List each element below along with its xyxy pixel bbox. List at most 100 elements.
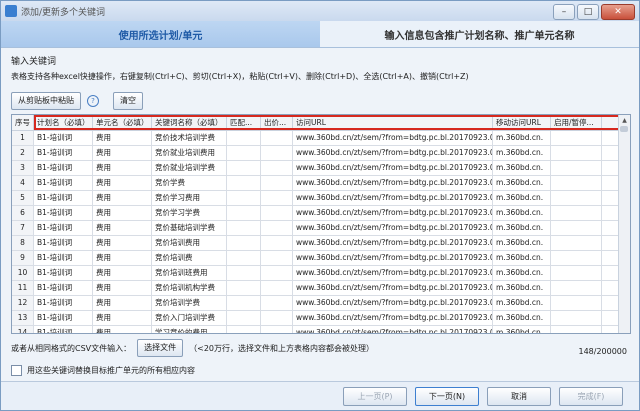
table-cell[interactable]: m.360bd.cn. <box>493 131 551 145</box>
replace-content-label[interactable]: 用这些关键词替换目标推广单元的所有相应内容 <box>27 365 195 376</box>
table-cell[interactable] <box>261 206 293 220</box>
scroll-up-icon[interactable]: ▲ <box>619 115 630 126</box>
table-cell[interactable]: 费用 <box>93 281 152 295</box>
table-cell[interactable]: 费用 <box>93 236 152 250</box>
table-cell[interactable]: 竞价技术培训学费 <box>152 131 227 145</box>
table-cell[interactable]: 费用 <box>93 311 152 325</box>
table-cell[interactable]: 费用 <box>93 191 152 205</box>
table-cell[interactable] <box>261 236 293 250</box>
table-cell[interactable]: m.360bd.cn. <box>493 206 551 220</box>
table-cell[interactable]: www.360bd.cn/zt/sem/?from=bdtg.pc.bl.201… <box>293 311 493 325</box>
table-cell[interactable]: B1-培训词 <box>34 311 93 325</box>
vertical-scrollbar[interactable]: ▲ <box>618 115 630 333</box>
table-cell[interactable]: www.360bd.cn/zt/sem/?from=bdtg.pc.bl.201… <box>293 176 493 190</box>
table-cell[interactable] <box>551 161 602 175</box>
table-cell[interactable]: www.360bd.cn/zt/sem/?from=bdtg.pc.bl.201… <box>293 191 493 205</box>
table-cell[interactable]: B1-培训词 <box>34 131 93 145</box>
table-cell[interactable]: 学习竞价的费用 <box>152 326 227 333</box>
close-icon[interactable]: ✕ <box>601 4 635 20</box>
table-row[interactable]: 11 B1-培训词 费用 竞价培训机构学费 www.360bd.cn/zt/sem/?f… <box>12 281 630 296</box>
table-cell[interactable]: www.360bd.cn/zt/sem/?from=bdtg.pc.bl.201… <box>293 296 493 310</box>
table-cell[interactable]: 费用 <box>93 131 152 145</box>
table-cell[interactable]: m.360bd.cn. <box>493 161 551 175</box>
table-cell[interactable]: 竞价培训班费用 <box>152 266 227 280</box>
column-header[interactable]: 匹配... <box>227 115 261 130</box>
table-cell[interactable] <box>261 161 293 175</box>
table-cell[interactable]: B1-培训词 <box>34 281 93 295</box>
table-cell[interactable] <box>551 206 602 220</box>
table-cell[interactable]: m.360bd.cn. <box>493 191 551 205</box>
table-cell[interactable] <box>261 326 293 333</box>
table-cell[interactable] <box>227 206 261 220</box>
replace-content-checkbox[interactable] <box>11 365 22 376</box>
table-cell[interactable]: www.360bd.cn/zt/sem/?from=bdtg.pc.bl.201… <box>293 281 493 295</box>
table-cell[interactable]: 竞价学费 <box>152 176 227 190</box>
table-cell[interactable] <box>227 281 261 295</box>
tab-selected-plan-unit[interactable]: 使用所选计划/单元 <box>1 21 320 47</box>
column-header[interactable]: 单元名（必填） <box>93 115 152 130</box>
table-cell[interactable] <box>227 191 261 205</box>
clear-button[interactable]: 清空 <box>113 92 143 110</box>
table-row[interactable]: 2 B1-培训词 费用 竞价就业培训费用 www.360bd.cn/zt/sem/?fr… <box>12 146 630 161</box>
table-cell[interactable] <box>227 326 261 333</box>
table-row[interactable]: 9 B1-培训词 费用 竞价培训费 www.360bd.cn/zt/sem/?from=… <box>12 251 630 266</box>
scroll-thumb[interactable] <box>620 126 628 132</box>
table-cell[interactable]: B1-培训词 <box>34 221 93 235</box>
table-row[interactable]: 12 B1-培训词 费用 竞价培训学费 www.360bd.cn/zt/sem/?fro… <box>12 296 630 311</box>
table-cell[interactable]: B1-培训词 <box>34 176 93 190</box>
table-cell[interactable]: 费用 <box>93 206 152 220</box>
table-cell[interactable] <box>227 176 261 190</box>
table-cell[interactable]: 竞价培训学费 <box>152 296 227 310</box>
table-cell[interactable] <box>261 146 293 160</box>
table-cell[interactable]: 竞价学习学费 <box>152 206 227 220</box>
table-cell[interactable] <box>551 236 602 250</box>
table-cell[interactable]: 竞价就业培训费用 <box>152 146 227 160</box>
table-cell[interactable]: 费用 <box>93 146 152 160</box>
table-cell[interactable] <box>551 311 602 325</box>
table-cell[interactable] <box>551 251 602 265</box>
table-cell[interactable]: B1-培训词 <box>34 251 93 265</box>
table-cell[interactable] <box>227 131 261 145</box>
table-row[interactable]: 6 B1-培训词 费用 竞价学习学费 www.360bd.cn/zt/sem/?from… <box>12 206 630 221</box>
prev-page-button[interactable]: 上一页(P) <box>343 386 407 406</box>
tab-input-with-plan-unit-names[interactable]: 输入信息包含推广计划名称、推广单元名称 <box>320 21 639 47</box>
paste-from-clipboard-button[interactable]: 从剪贴板中粘贴 <box>11 92 81 110</box>
table-cell[interactable]: m.360bd.cn. <box>493 326 551 333</box>
table-cell[interactable] <box>261 266 293 280</box>
table-cell[interactable] <box>551 296 602 310</box>
table-cell[interactable] <box>227 266 261 280</box>
table-cell[interactable]: B1-培训词 <box>34 191 93 205</box>
table-cell[interactable]: B1-培训词 <box>34 146 93 160</box>
table-cell[interactable]: 竞价就业培训学费 <box>152 161 227 175</box>
table-cell[interactable]: www.360bd.cn/zt/sem/?from=bdtg.pc.bl.201… <box>293 221 493 235</box>
cancel-button[interactable]: 取消 <box>487 386 551 406</box>
table-cell[interactable] <box>227 221 261 235</box>
table-cell[interactable]: 费用 <box>93 161 152 175</box>
table-cell[interactable] <box>227 161 261 175</box>
table-cell[interactable]: B1-培训词 <box>34 266 93 280</box>
table-cell[interactable]: m.360bd.cn. <box>493 146 551 160</box>
table-cell[interactable] <box>261 311 293 325</box>
table-cell[interactable]: 竞价培训费 <box>152 251 227 265</box>
table-cell[interactable] <box>227 236 261 250</box>
table-cell[interactable]: www.360bd.cn/zt/sem/?from=bdtg.pc.bl.201… <box>293 236 493 250</box>
table-cell[interactable]: B1-培训词 <box>34 161 93 175</box>
table-cell[interactable]: 竞价基础培训学费 <box>152 221 227 235</box>
table-row[interactable]: 8 B1-培训词 费用 竞价培训费用 www.360bd.cn/zt/sem/?from… <box>12 236 630 251</box>
table-cell[interactable]: B1-培训词 <box>34 236 93 250</box>
table-cell[interactable] <box>261 281 293 295</box>
table-cell[interactable] <box>551 281 602 295</box>
table-cell[interactable] <box>227 146 261 160</box>
table-cell[interactable] <box>227 311 261 325</box>
table-cell[interactable]: www.360bd.cn/zt/sem/?from=bdtg.pc.bl.201… <box>293 131 493 145</box>
table-cell[interactable]: 费用 <box>93 326 152 333</box>
table-cell[interactable] <box>551 176 602 190</box>
table-row[interactable]: 10 B1-培训词 费用 竞价培训班费用 www.360bd.cn/zt/sem/?fr… <box>12 266 630 281</box>
table-cell[interactable]: www.360bd.cn/zt/sem/?from=bdtg.pc.bl.201… <box>293 266 493 280</box>
table-cell[interactable]: m.360bd.cn. <box>493 251 551 265</box>
next-page-button[interactable]: 下一页(N) <box>415 386 479 406</box>
table-row[interactable]: 3 B1-培训词 费用 竞价就业培训学费 www.360bd.cn/zt/sem/?fr… <box>12 161 630 176</box>
table-cell[interactable] <box>551 146 602 160</box>
minimize-icon[interactable]: – <box>553 4 575 20</box>
column-header[interactable]: 序号 <box>12 115 34 130</box>
